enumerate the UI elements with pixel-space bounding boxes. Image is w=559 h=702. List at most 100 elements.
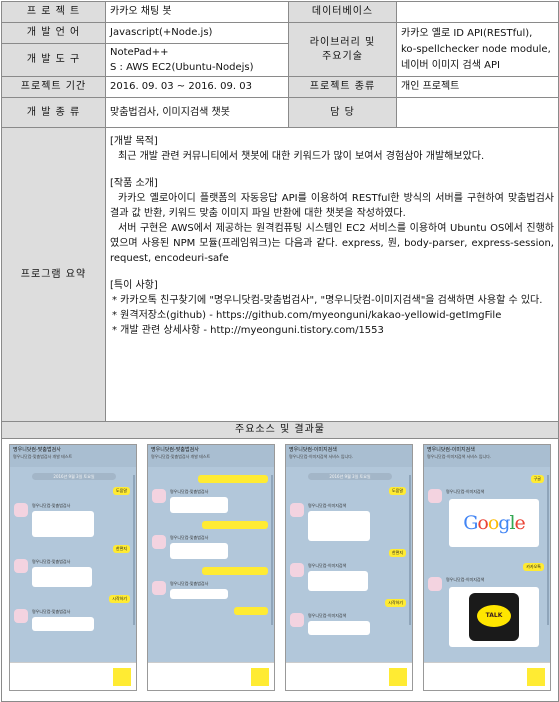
bot-avatar — [14, 609, 28, 623]
period-value: 2016. 09. 03 ~ 2016. 09. 03 — [105, 76, 289, 98]
bot-avatar — [152, 581, 166, 595]
chat-screenshot-spellcheck-1: 명우니닷컴-맞춤법검사 명우니닷컴-맞춤법검사 개발 테스트 2016년 9월 … — [9, 444, 137, 691]
user-bubble — [202, 567, 268, 575]
bot-name: 명우니닷컴-맞춤법검사 — [170, 581, 209, 586]
bot-name: 명우니닷컴-맞춤법검사 — [170, 535, 209, 540]
bot-avatar — [290, 563, 304, 577]
user-bubble: 도움말 — [388, 487, 406, 495]
document-page: 프 로 젝 트 카카오 채팅 봇 데이터베이스 개 발 언 어 Javascri… — [0, 0, 559, 702]
kakaotalk-logo: TALK — [469, 593, 519, 641]
bot-avatar — [14, 559, 28, 573]
user-bubble — [202, 521, 268, 529]
chat-title: 명우니닷컴-맞춤법검사 — [13, 447, 61, 453]
period-label: 프로젝트 기간 — [1, 76, 106, 98]
scrollbar[interactable] — [271, 475, 273, 625]
user-bubble: 한편지 — [388, 549, 406, 557]
screenshots-strip: 명우니닷컴-맞춤법검사 명우니닷컴-맞춤법검사 개발 테스트 2016년 9월 … — [3, 440, 558, 701]
bot-name: 명우니닷컴-맞춤법검사 — [32, 559, 71, 564]
user-bubble: 한편지 — [112, 545, 130, 553]
scrollbar[interactable] — [133, 475, 135, 625]
chat-header: 명우니닷컴-이미지검색 명우니닷컴-이미지검색 서비스 입니다. — [286, 445, 412, 467]
bot-name: 명우니닷컴-이미지검색 — [308, 563, 347, 568]
chat-header: 명우니닷컴-맞춤법검사 명우니닷컴-맞춤법검사 개발 테스트 — [10, 445, 136, 467]
tools-value: NotePad++ S : AWS EC2(Ubuntu-Nodejs) — [105, 43, 289, 77]
chat-screenshot-imagesearch-1: 명우니닷컴-이미지검색 명우니닷컴-이미지검색 서비스 입니다. 2016년 9… — [285, 444, 413, 691]
bot-bubble — [32, 567, 92, 587]
bot-name: 명우니닷컴-맞춤법검사 — [32, 609, 71, 614]
kind-value: 개인 프로젝트 — [396, 76, 559, 98]
summary-cell: [개발 목적] 최근 개발 관련 커뮤니티에서 챗봇에 대한 키워드가 많이 보… — [105, 127, 559, 422]
chat-title: 명우니닷컴-맞춤법검사 — [151, 447, 199, 453]
bot-avatar — [152, 489, 166, 503]
summary-body: [개발 목적] 최근 개발 관련 커뮤니티에서 챗봇에 대한 키워드가 많이 보… — [110, 134, 554, 338]
summary-label: 프로그램 요약 — [1, 127, 106, 422]
user-bubble — [234, 607, 268, 615]
bot-bubble — [32, 617, 94, 631]
user-bubble: 시작하기 — [109, 595, 130, 603]
chat-input-bar[interactable] — [10, 662, 136, 690]
bot-avatar — [152, 535, 166, 549]
user-bubble — [198, 475, 268, 483]
language-label: 개 발 언 어 — [1, 22, 106, 44]
bot-name: 명우니닷컴-맞춤법검사 — [170, 489, 209, 494]
chat-date: 2016년 9월 3일 토요일 — [308, 473, 392, 480]
user-bubble: 시작하기 — [385, 599, 406, 607]
chat-subtitle: 명우니닷컴-이미지검색 서비스 입니다. — [427, 454, 492, 459]
intro-text-1: 카카오 옐로아이디 플랫폼의 자동응답 API를 이용하여 RESTful한 방… — [110, 193, 554, 219]
bot-avatar — [428, 577, 442, 591]
bot-bubble — [308, 571, 368, 591]
project-label: 프 로 젝 트 — [1, 1, 106, 23]
bot-name: 명우니닷컴-맞춤법검사 — [32, 503, 71, 508]
scrollbar[interactable] — [409, 475, 411, 625]
bot-name: 명우니닷컴-이미지검색 — [308, 613, 347, 618]
bot-bubble — [308, 511, 370, 541]
project-value: 카카오 채팅 봇 — [105, 1, 289, 23]
chat-screenshot-spellcheck-2: 명우니닷컴-맞춤법검사 명우니닷컴-맞춤법검사 개발 테스트 명우니닷컴-맞춤법… — [147, 444, 275, 691]
chat-input-bar[interactable] — [148, 662, 274, 690]
user-bubble: 카카오톡 — [523, 563, 544, 571]
chat-subtitle: 명우니닷컴-이미지검색 서비스 입니다. — [289, 454, 354, 459]
chat-input-bar[interactable] — [286, 662, 412, 690]
user-bubble: 도움말 — [112, 487, 130, 495]
screenshots-cell: 명우니닷컴-맞춤법검사 명우니닷컴-맞춤법검사 개발 테스트 2016년 9월 … — [1, 438, 559, 702]
user-bubble: 구글 — [530, 475, 544, 483]
database-label: 데이터베이스 — [288, 1, 397, 23]
chat-input-bar[interactable] — [424, 662, 550, 690]
send-button[interactable] — [251, 668, 269, 686]
bot-bubble — [170, 543, 228, 559]
talk-logo-text: TALK — [477, 605, 511, 627]
bot-bubble — [170, 497, 228, 513]
note-item: * 카카오톡 친구찾기에 "명우니닷컴-맞춤법검사", "명우니닷컴-이미지검색… — [112, 295, 543, 306]
scrollbar[interactable] — [547, 475, 549, 625]
send-button[interactable] — [527, 668, 545, 686]
type-value: 맞춤법검사, 이미지검색 챗봇 — [105, 97, 289, 128]
bot-bubble — [32, 511, 94, 537]
owner-value — [396, 97, 559, 128]
intro-heading: [작품 소개] — [110, 178, 158, 189]
send-button[interactable] — [113, 668, 131, 686]
chat-screenshot-imagesearch-2: 명우니닷컴-이미지검색 명우니닷컴-이미지검색 서비스 입니다. 구글 명우니닷… — [423, 444, 551, 691]
library-value: 카카오 옐로 ID API(RESTful), ko-spellchecker … — [396, 22, 559, 77]
library-label: 라이브러리 및 주요기술 — [288, 22, 397, 77]
tools-label: 개 발 도 구 — [1, 43, 106, 77]
chat-subtitle: 명우니닷컴-맞춤법검사 개발 테스트 — [151, 454, 211, 459]
note-item: * 개발 관련 상세사항 - http://myeonguni.tistory.… — [112, 325, 384, 336]
kakaotalk-image-result: TALK — [449, 587, 539, 647]
bot-avatar — [428, 489, 442, 503]
chat-header: 명우니닷컴-맞춤법검사 명우니닷컴-맞춤법검사 개발 테스트 — [148, 445, 274, 467]
send-button[interactable] — [389, 668, 407, 686]
google-image-result: Google — [449, 499, 539, 547]
chat-title: 명우니닷컴-이미지검색 — [289, 447, 337, 453]
chat-subtitle: 명우니닷컴-맞춤법검사 개발 테스트 — [13, 454, 73, 459]
bot-bubble — [308, 621, 370, 635]
intro-text-2: 서버 구현은 AWS에서 제공하는 원격컴퓨팅 시스템인 EC2 서비스를 이용… — [110, 223, 554, 264]
chat-date: 2016년 9월 3일 토요일 — [32, 473, 116, 480]
bot-bubble — [170, 589, 228, 599]
chat-title: 명우니닷컴-이미지검색 — [427, 447, 475, 453]
bot-avatar — [290, 613, 304, 627]
owner-label: 담 당 — [288, 97, 397, 128]
bot-avatar — [290, 503, 304, 517]
purpose-text: 최근 개발 관련 커뮤니티에서 챗봇에 대한 키워드가 많이 보여서 경험삼아 … — [118, 151, 485, 162]
notes-heading: [특이 사항] — [110, 280, 158, 291]
note-item: * 원격저장소(github) - https://github.com/mye… — [112, 310, 502, 321]
